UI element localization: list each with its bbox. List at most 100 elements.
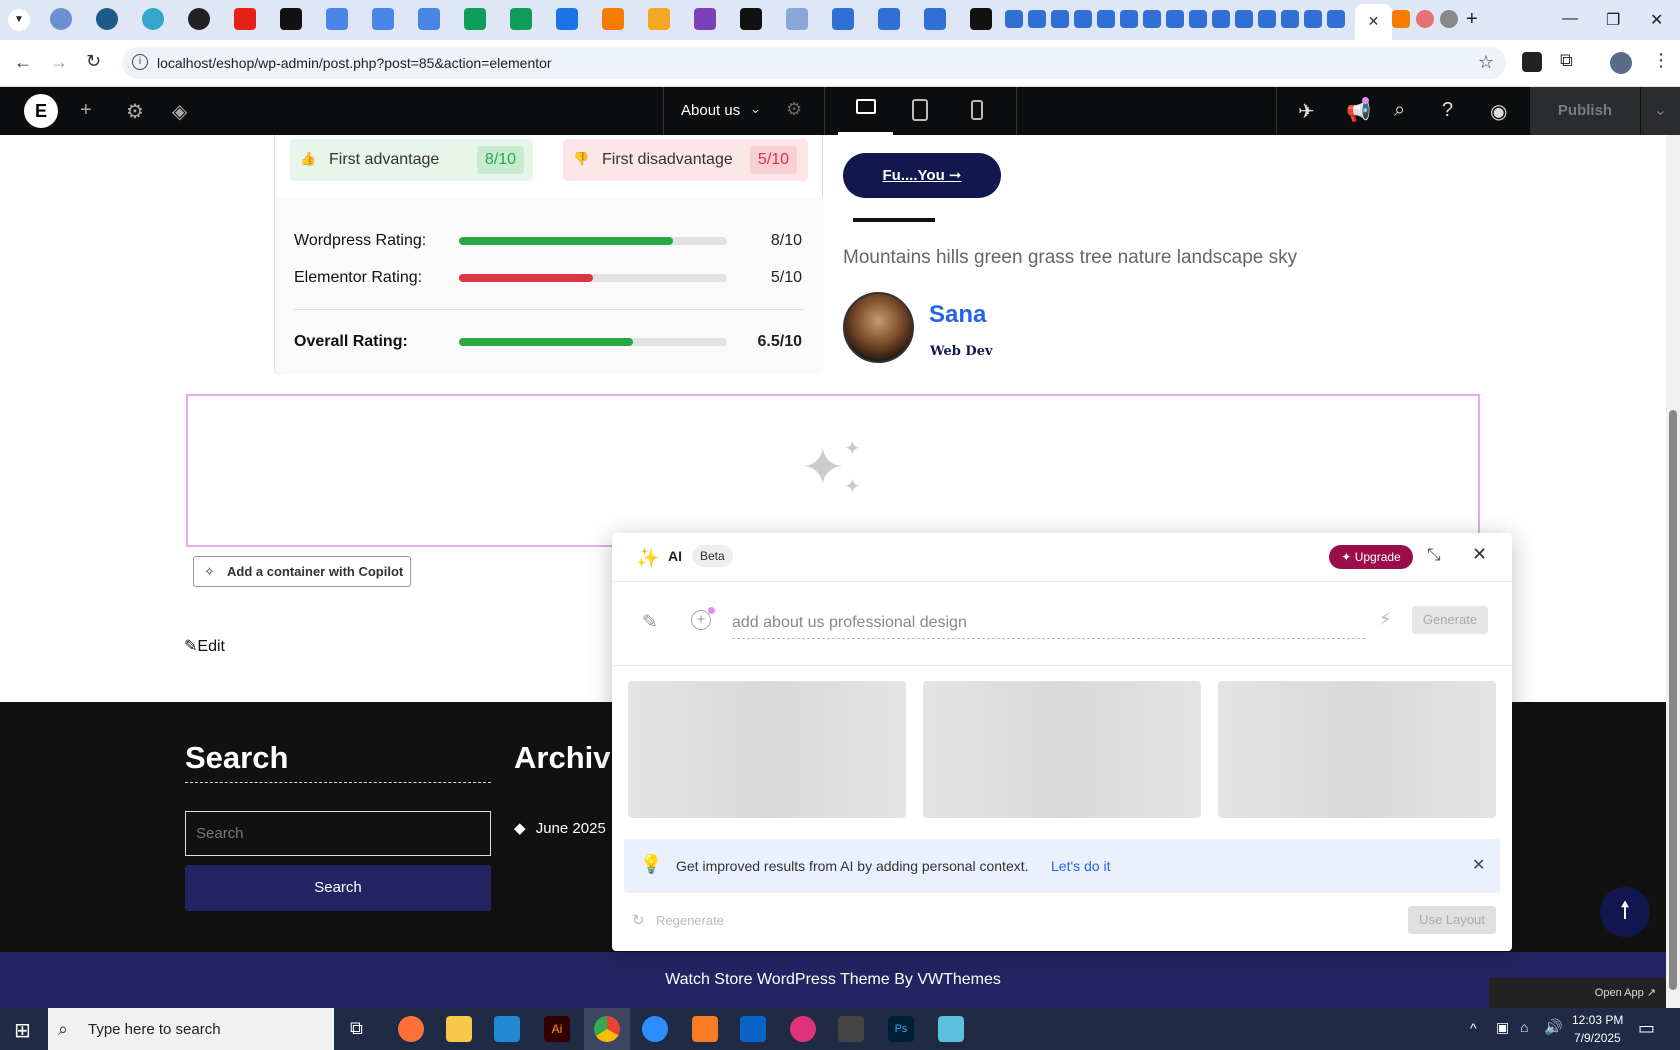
site-settings-icon[interactable]: ⚙: [126, 99, 144, 124]
creative-cloud-icon[interactable]: [790, 1016, 816, 1042]
tab-favicon[interactable]: [188, 8, 210, 30]
review-box[interactable]: 👍 First advantage 8/10 👎 First disadvant…: [274, 135, 824, 375]
browser-menu-icon[interactable]: ⋮: [1652, 50, 1670, 71]
vscode-icon[interactable]: [494, 1016, 520, 1042]
tab-favicon[interactable]: [1189, 10, 1207, 28]
firefox-icon[interactable]: [398, 1016, 424, 1042]
layout-skeleton[interactable]: [923, 681, 1201, 818]
tab-favicon[interactable]: [1005, 10, 1023, 28]
tab-favicon[interactable]: [1097, 10, 1115, 28]
elementor-logo-icon[interactable]: E: [24, 94, 58, 128]
close-window-icon[interactable]: ✕: [1650, 10, 1663, 30]
tablet-icon[interactable]: [912, 99, 928, 121]
help-icon[interactable]: ?: [1442, 99, 1453, 122]
add-element-icon[interactable]: +: [80, 99, 92, 122]
app-icon[interactable]: [938, 1016, 964, 1042]
tab-favicon[interactable]: [418, 8, 440, 30]
xampp-icon[interactable]: [692, 1016, 718, 1042]
new-tab-button[interactable]: +: [1466, 8, 1478, 31]
tab-favicon[interactable]: [556, 8, 578, 30]
tab-favicon[interactable]: [1440, 10, 1458, 28]
empty-container[interactable]: ✦ ✦ ✦: [186, 394, 1480, 547]
cta-button[interactable]: Fu....You ➞: [843, 153, 1001, 198]
outlook-icon[interactable]: [740, 1016, 766, 1042]
photoshop-icon[interactable]: Ps: [888, 1016, 914, 1042]
illustrator-icon[interactable]: Ai: [544, 1016, 570, 1042]
tab-favicon[interactable]: [1028, 10, 1046, 28]
tab-favicon[interactable]: [1281, 10, 1299, 28]
scroll-to-top-button[interactable]: 🠕: [1600, 887, 1650, 937]
back-icon[interactable]: ←: [14, 52, 32, 73]
publish-button[interactable]: Publish: [1530, 87, 1640, 135]
preview-eye-icon[interactable]: ◉: [1490, 99, 1507, 124]
file-explorer-icon[interactable]: [446, 1016, 472, 1042]
structure-layers-icon[interactable]: ◈: [172, 99, 187, 124]
extensions-puzzle-icon[interactable]: ⧉: [1560, 50, 1573, 71]
layout-skeleton[interactable]: [1218, 681, 1496, 818]
extension-icon[interactable]: [1522, 52, 1542, 72]
tab-favicon[interactable]: [924, 8, 946, 30]
forward-icon[interactable]: →: [50, 52, 68, 73]
tab-favicon[interactable]: [234, 8, 256, 30]
url-field[interactable]: i localhost/eshop/wp-admin/post.php?post…: [122, 47, 1506, 79]
taskbar-search[interactable]: ⌕ Type here to search: [48, 1008, 334, 1050]
tab-favicon[interactable]: [1143, 10, 1161, 28]
add-container-copilot-button[interactable]: ✧ Add a container with Copilot: [193, 556, 411, 587]
tab-favicon[interactable]: [1258, 10, 1276, 28]
tab-favicon[interactable]: [464, 8, 486, 30]
layout-skeleton[interactable]: [628, 681, 906, 818]
regenerate-icon[interactable]: ↻: [632, 911, 645, 929]
bookmark-star-icon[interactable]: ☆: [1478, 52, 1494, 73]
minimize-panel-icon[interactable]: ⤡: [1427, 545, 1441, 565]
edit-link[interactable]: ✎Edit: [184, 636, 225, 656]
tab-favicon[interactable]: [1327, 10, 1345, 28]
tab-favicon[interactable]: [832, 8, 854, 30]
tab-favicon[interactable]: [648, 8, 670, 30]
tab-favicon[interactable]: [326, 8, 348, 30]
tab-favicon[interactable]: [1392, 10, 1410, 28]
task-view-icon[interactable]: ⧉: [350, 1018, 363, 1039]
tab-favicon[interactable]: [694, 8, 716, 30]
tab-favicon[interactable]: [280, 8, 302, 30]
tab-list-button[interactable]: ▼: [8, 9, 30, 31]
taskbar-active-chrome[interactable]: [584, 1008, 630, 1050]
minimize-icon[interactable]: —: [1562, 10, 1578, 28]
site-info-icon[interactable]: i: [132, 54, 148, 70]
rocket-icon[interactable]: ✈: [1298, 99, 1315, 124]
windows-start-icon[interactable]: ⊞: [14, 1018, 31, 1043]
tab-favicon[interactable]: [970, 8, 992, 30]
tab-favicon[interactable]: [142, 8, 164, 30]
archive-item[interactable]: ◆ June 2025: [514, 819, 606, 837]
mobile-icon[interactable]: [971, 100, 983, 120]
regenerate-label[interactable]: Regenerate: [656, 913, 724, 928]
tray-wifi-icon[interactable]: ⌂: [1520, 1019, 1528, 1035]
tip-link[interactable]: Let's do it: [1051, 858, 1111, 874]
tab-favicon[interactable]: [510, 8, 532, 30]
open-app-button[interactable]: Open App ↗: [1489, 978, 1666, 1008]
tab-favicon[interactable]: [786, 8, 808, 30]
tab-favicon[interactable]: [1416, 10, 1434, 28]
footer-search-input[interactable]: Search: [185, 811, 491, 856]
add-context-icon[interactable]: +: [691, 610, 711, 630]
scrollbar-thumb[interactable]: [1669, 410, 1677, 990]
generate-button[interactable]: Generate: [1412, 606, 1488, 634]
page-gear-icon[interactable]: ⚙: [786, 99, 802, 120]
tab-favicon[interactable]: [1120, 10, 1138, 28]
pen-tool-icon[interactable]: [838, 1016, 864, 1042]
prompt-input[interactable]: add about us professional design: [732, 607, 1365, 639]
search-icon[interactable]: ⌕: [1394, 99, 1405, 122]
close-tip-icon[interactable]: ✕: [1472, 855, 1485, 875]
device-desktop-button[interactable]: [838, 87, 893, 135]
tab-favicon[interactable]: [1235, 10, 1253, 28]
tab-favicon[interactable]: [1304, 10, 1322, 28]
upgrade-button[interactable]: ✦ Upgrade: [1329, 545, 1413, 569]
tab-favicon[interactable]: [740, 8, 762, 30]
magic-wand-icon[interactable]: ⚡: [1379, 609, 1392, 630]
active-tab-close[interactable]: ✕: [1355, 4, 1392, 40]
tab-favicon[interactable]: [878, 8, 900, 30]
tray-chevron-icon[interactable]: ^: [1470, 1020, 1477, 1036]
notification-center-icon[interactable]: ▭: [1638, 1018, 1655, 1039]
tab-favicon[interactable]: [96, 8, 118, 30]
tab-favicon[interactable]: [372, 8, 394, 30]
zoom-icon[interactable]: [642, 1016, 668, 1042]
